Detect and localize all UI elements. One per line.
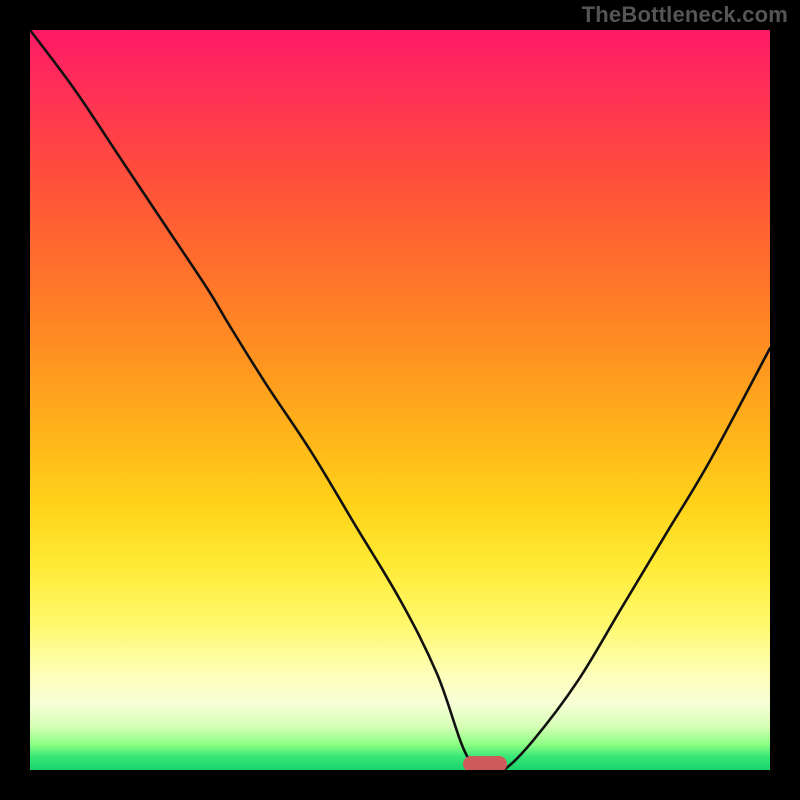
optimum-marker bbox=[463, 756, 507, 770]
bottleneck-curve bbox=[30, 30, 770, 770]
curve-path bbox=[30, 30, 770, 770]
chart-frame: TheBottleneck.com bbox=[0, 0, 800, 800]
plot-area bbox=[30, 30, 770, 770]
watermark-text: TheBottleneck.com bbox=[582, 2, 788, 28]
